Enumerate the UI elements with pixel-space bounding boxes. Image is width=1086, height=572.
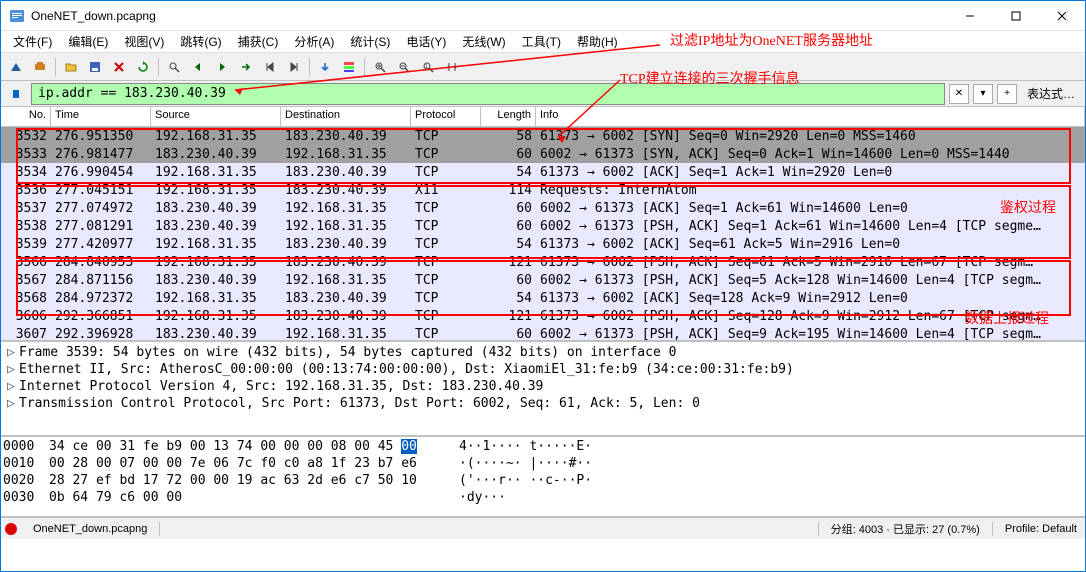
- find-icon[interactable]: [163, 56, 185, 78]
- detail-row[interactable]: ▷Transmission Control Protocol, Src Port…: [3, 395, 1083, 412]
- menu-help[interactable]: 帮助(H): [569, 31, 626, 52]
- hex-row[interactable]: 002028 27 ef bd 17 72 00 00 19 ac 63 2d …: [3, 473, 1083, 490]
- minimize-button[interactable]: [947, 1, 993, 31]
- col-time[interactable]: Time: [51, 107, 151, 126]
- add-filter-button[interactable]: +: [997, 84, 1017, 104]
- packet-row[interactable]: 3537277.074972183.230.40.39192.168.31.35…: [1, 199, 1085, 217]
- reload-icon[interactable]: [132, 56, 154, 78]
- packet-list-pane[interactable]: No. Time Source Destination Protocol Len…: [1, 107, 1085, 342]
- menu-edit[interactable]: 编辑(E): [60, 31, 116, 52]
- col-length[interactable]: Length: [481, 107, 536, 126]
- back-icon[interactable]: [187, 56, 209, 78]
- separator: [818, 522, 819, 536]
- separator: [55, 58, 56, 76]
- col-source[interactable]: Source: [151, 107, 281, 126]
- close-button[interactable]: [1039, 1, 1085, 31]
- display-filter-input[interactable]: [31, 83, 945, 105]
- goto-icon[interactable]: [235, 56, 257, 78]
- apply-filter-button[interactable]: ▾: [973, 84, 993, 104]
- menu-go[interactable]: 跳转(G): [172, 31, 229, 52]
- expand-icon[interactable]: ▷: [7, 345, 19, 360]
- packet-row[interactable]: 3566284.840953192.168.31.35183.230.40.39…: [1, 253, 1085, 271]
- colorize-icon[interactable]: [338, 56, 360, 78]
- separator: [309, 58, 310, 76]
- packet-row[interactable]: 3534276.990454192.168.31.35183.230.40.39…: [1, 163, 1085, 181]
- shark-fin-icon[interactable]: [5, 56, 27, 78]
- menu-capture[interactable]: 捕获(C): [230, 31, 287, 52]
- save-icon[interactable]: [84, 56, 106, 78]
- window-title: OneNET_down.pcapng: [31, 9, 947, 23]
- packet-details-pane[interactable]: ▷Frame 3539: 54 bytes on wire (432 bits)…: [1, 342, 1085, 437]
- menu-tools[interactable]: 工具(T): [514, 31, 569, 52]
- expand-icon[interactable]: ▷: [7, 396, 19, 411]
- zoom-out-icon[interactable]: [393, 56, 415, 78]
- packet-row[interactable]: 3606292.366851192.168.31.35183.230.40.39…: [1, 307, 1085, 325]
- menu-file[interactable]: 文件(F): [5, 31, 60, 52]
- menu-wireless[interactable]: 无线(W): [454, 31, 513, 52]
- separator: [992, 522, 993, 536]
- menu-telephony[interactable]: 电话(Y): [398, 31, 454, 52]
- resize-cols-icon[interactable]: [441, 56, 463, 78]
- packet-row[interactable]: 3568284.972372192.168.31.35183.230.40.39…: [1, 289, 1085, 307]
- filter-bar: ✕ ▾ + 表达式…: [1, 81, 1085, 107]
- menu-view[interactable]: 视图(V): [116, 31, 172, 52]
- packet-row[interactable]: 3538277.081291183.230.40.39192.168.31.35…: [1, 217, 1085, 235]
- expression-button[interactable]: 表达式…: [1021, 85, 1081, 102]
- capture-options-icon[interactable]: [29, 56, 51, 78]
- svg-text:1: 1: [425, 64, 428, 70]
- toolbar: 1: [1, 53, 1085, 81]
- detail-row[interactable]: ▷Frame 3539: 54 bytes on wire (432 bits)…: [3, 344, 1083, 361]
- packet-row[interactable]: 3533276.981477183.230.40.39192.168.31.35…: [1, 145, 1085, 163]
- hex-row[interactable]: 00300b 64 79 c6 00 00·dy···: [3, 490, 1083, 507]
- forward-icon[interactable]: [211, 56, 233, 78]
- open-file-icon[interactable]: [60, 56, 82, 78]
- detail-row[interactable]: ▷Ethernet II, Src: AtherosC_00:00:00 (00…: [3, 361, 1083, 378]
- packet-row[interactable]: 3532276.951350192.168.31.35183.230.40.39…: [1, 127, 1085, 145]
- col-info[interactable]: Info: [536, 107, 1085, 126]
- first-icon[interactable]: [259, 56, 281, 78]
- expand-icon[interactable]: ▷: [7, 379, 19, 394]
- hex-row[interactable]: 001000 28 00 07 00 00 7e 06 7c f0 c0 a8 …: [3, 456, 1083, 473]
- expand-icon[interactable]: ▷: [7, 362, 19, 377]
- col-protocol[interactable]: Protocol: [411, 107, 481, 126]
- col-destination[interactable]: Destination: [281, 107, 411, 126]
- bookmark-icon[interactable]: [5, 83, 27, 105]
- menu-stats[interactable]: 统计(S): [342, 31, 398, 52]
- col-no[interactable]: No.: [1, 107, 51, 126]
- zoom-in-icon[interactable]: [369, 56, 391, 78]
- packet-list-header: No. Time Source Destination Protocol Len…: [1, 107, 1085, 127]
- menu-bar: 文件(F) 编辑(E) 视图(V) 跳转(G) 捕获(C) 分析(A) 统计(S…: [1, 31, 1085, 53]
- separator: [364, 58, 365, 76]
- status-bar: OneNET_down.pcapng 分组: 4003 · 已显示: 27 (0…: [1, 517, 1085, 539]
- last-icon[interactable]: [283, 56, 305, 78]
- close-file-icon[interactable]: [108, 56, 130, 78]
- title-bar: OneNET_down.pcapng: [1, 1, 1085, 31]
- status-profile[interactable]: Profile: Default: [1001, 523, 1081, 535]
- maximize-button[interactable]: [993, 1, 1039, 31]
- packet-row[interactable]: 3607292.396928183.230.40.39192.168.31.35…: [1, 325, 1085, 342]
- zoom-reset-icon[interactable]: 1: [417, 56, 439, 78]
- packet-row[interactable]: 3539277.420977192.168.31.35183.230.40.39…: [1, 235, 1085, 253]
- menu-analyze[interactable]: 分析(A): [286, 31, 342, 52]
- packet-row[interactable]: 3536277.045151192.168.31.35183.230.40.39…: [1, 181, 1085, 199]
- expert-info-icon[interactable]: [5, 523, 17, 535]
- separator: [159, 522, 160, 536]
- status-filename: OneNET_down.pcapng: [29, 523, 151, 535]
- app-icon: [9, 8, 25, 24]
- status-packets: 分组: 4003 · 已显示: 27 (0.7%): [827, 521, 984, 537]
- clear-filter-button[interactable]: ✕: [949, 84, 969, 104]
- packet-bytes-pane[interactable]: 000034 ce 00 31 fe b9 00 13 74 00 00 00 …: [1, 437, 1085, 517]
- separator: [158, 58, 159, 76]
- autoscroll-icon[interactable]: [314, 56, 336, 78]
- packet-row[interactable]: 3567284.871156183.230.40.39192.168.31.35…: [1, 271, 1085, 289]
- detail-row[interactable]: ▷Internet Protocol Version 4, Src: 192.1…: [3, 378, 1083, 395]
- hex-row[interactable]: 000034 ce 00 31 fe b9 00 13 74 00 00 00 …: [3, 439, 1083, 456]
